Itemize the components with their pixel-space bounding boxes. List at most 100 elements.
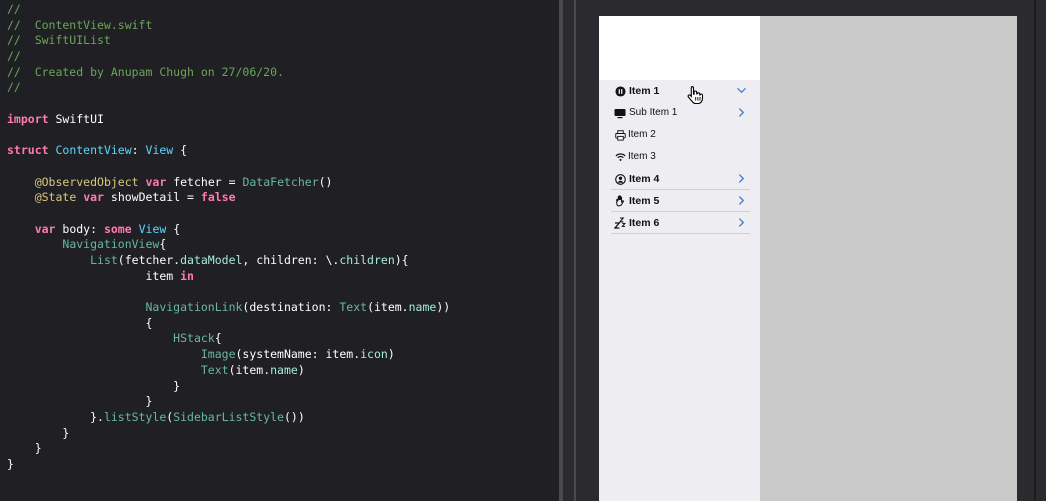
code-line[interactable] (7, 96, 450, 112)
code-token: NavigationView (62, 237, 160, 252)
code-line[interactable]: item in (7, 269, 450, 285)
code-line[interactable]: } (7, 426, 450, 442)
person-circle-icon (614, 173, 626, 185)
code-token: : (131, 143, 146, 158)
chevron-down-icon[interactable] (736, 84, 746, 96)
code-line[interactable] (7, 159, 450, 175)
code-token: struct (7, 143, 49, 158)
code-token: var (34, 221, 56, 236)
code-line[interactable]: } (7, 394, 450, 410)
code-editor[interactable]: //// ContentView.swift// SwiftUIList////… (0, 0, 559, 501)
code-token: } (7, 456, 14, 471)
code-line[interactable] (7, 206, 450, 222)
code-token: some (103, 221, 132, 236)
code-line[interactable]: // ContentView.swift (7, 18, 450, 34)
code-line[interactable]: // (7, 2, 450, 18)
code-token: @State (34, 190, 77, 205)
code-token: // SwiftUIList (7, 33, 111, 48)
zzz-icon (614, 217, 626, 229)
code-token: false (200, 190, 236, 205)
code-token: body: (55, 221, 104, 236)
code-token: icon (360, 347, 388, 362)
code-line[interactable]: // SwiftUIList (7, 33, 450, 49)
canvas-edge (1034, 0, 1036, 501)
chevron-right-icon[interactable] (736, 216, 746, 228)
code-token: ()) (283, 409, 305, 424)
code-line[interactable]: struct ContentView: View { (7, 143, 450, 159)
sidebar-row-item-1[interactable]: Item 1 (599, 80, 760, 102)
chevron-right-icon[interactable] (736, 194, 746, 206)
code-token: ){ (394, 253, 409, 267)
sidebar-row-label: Item 1 (629, 85, 660, 97)
code-token: HStack (173, 331, 215, 346)
sidebar-row-label: Item 5 (629, 195, 660, 207)
code-line[interactable]: // Created by Anupam Chugh on 27/06/20. (7, 65, 450, 81)
sidebar-row-item-2[interactable]: Item 2 (599, 124, 760, 146)
code-token: // (7, 80, 21, 95)
code-line[interactable]: Image(systemName: item.icon) (7, 347, 450, 363)
sidebar-row-sub-item-1[interactable]: Sub Item 1 (599, 102, 760, 124)
code-token: { (214, 331, 222, 346)
code-line[interactable]: // (7, 80, 450, 96)
code-line[interactable] (7, 284, 450, 300)
sidebar-header (599, 16, 760, 80)
code-line[interactable]: } (7, 441, 450, 457)
code-line[interactable]: }.listStyle(SidebarListStyle()) (7, 410, 450, 426)
code-token: () (318, 174, 333, 189)
sidebar-row-label: Item 4 (629, 173, 660, 185)
preview-canvas: Item 1 Sub Item 1 Item 2 Item 3 Item 4 Item 5… (563, 0, 1046, 501)
code-line[interactable]: NavigationLink(destination: Text(item.na… (7, 300, 450, 316)
code-token: }. (7, 409, 104, 424)
code-token: View (145, 143, 174, 158)
code-line[interactable]: } (7, 457, 450, 473)
code-token: Text (200, 362, 229, 377)
code-line[interactable]: HStack{ (7, 331, 450, 347)
code-lines[interactable]: //// ContentView.swift// SwiftUIList////… (7, 2, 450, 473)
code-line[interactable]: @ObservedObject var fetcher = DataFetche… (7, 175, 450, 191)
code-token: (item. (228, 362, 271, 377)
code-token: { (159, 237, 167, 252)
code-line[interactable]: List(fetcher.dataModel, children: \.chil… (7, 253, 450, 269)
code-token: } (7, 425, 70, 440)
code-token: in (180, 268, 194, 283)
code-token: View (138, 221, 167, 236)
code-line[interactable]: Text(item.name) (7, 363, 450, 379)
code-token: (fetcher. (117, 253, 181, 267)
sidebar-row-item-3[interactable]: Item 3 (599, 146, 760, 168)
code-token: Image (200, 347, 236, 362)
code-token: { (166, 221, 181, 236)
code-line[interactable]: NavigationView{ (7, 237, 450, 253)
canvas-edge (574, 0, 576, 501)
code-line[interactable]: var body: some View { (7, 222, 450, 238)
sidebar-row-item-4[interactable]: Item 4 (599, 168, 760, 190)
code-token: @ObservedObject (34, 174, 139, 189)
printer-icon (614, 129, 626, 141)
code-token: DataFetcher (242, 174, 319, 189)
hand-pointer-cursor-icon (687, 85, 704, 105)
code-line[interactable]: import SwiftUI (7, 112, 450, 128)
sidebar-row-label: Item 2 (628, 129, 656, 140)
code-token: , children: \. (242, 253, 340, 267)
chevron-right-icon[interactable] (736, 106, 746, 118)
chevron-right-icon[interactable] (736, 172, 746, 184)
code-token: SidebarListStyle (173, 409, 284, 424)
code-line[interactable]: @State var showDetail = false (7, 190, 450, 206)
code-token: } (7, 441, 42, 456)
sidebar-row-item-5[interactable]: Item 5 (599, 190, 760, 212)
code-line[interactable]: { (7, 316, 450, 332)
code-line[interactable] (7, 128, 450, 144)
code-line[interactable]: // (7, 49, 450, 65)
code-token: (destination: (242, 300, 340, 315)
code-line[interactable]: } (7, 379, 450, 395)
sidebar-row-item-6[interactable]: Item 6 (599, 212, 760, 234)
code-token: listStyle (103, 409, 167, 424)
code-token: (item. (367, 300, 409, 315)
sidebar-list: Item 1 Sub Item 1 Item 2 Item 3 Item 4 Item 5… (599, 80, 760, 234)
code-token: NavigationLink (145, 300, 243, 315)
